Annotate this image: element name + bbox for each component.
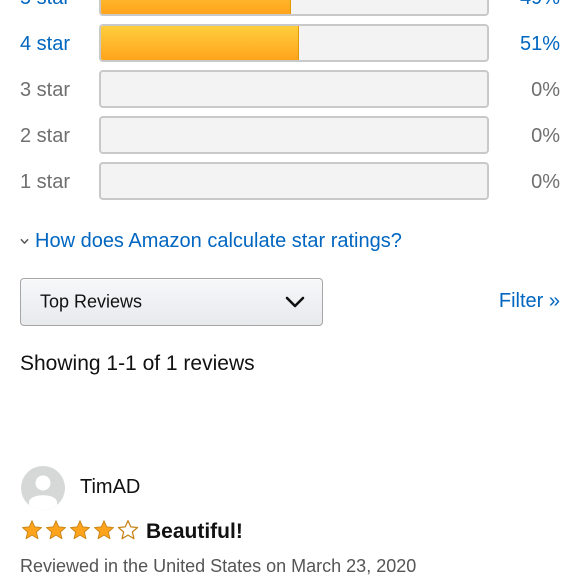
star-icon — [70, 520, 90, 540]
rating-bar — [99, 116, 489, 154]
rating-percent[interactable]: 51% — [520, 32, 560, 56]
star-icon — [22, 520, 42, 540]
rating-label[interactable]: 4 star — [20, 32, 70, 56]
rating-bar — [99, 162, 489, 200]
rating-bar-fill — [101, 26, 299, 60]
sort-selected-value: Top Reviews — [40, 291, 143, 312]
star-icon — [46, 520, 66, 540]
how-ratings-calculated-link[interactable]: How does Amazon calculate star ratings? — [20, 227, 402, 255]
reviews-count-text: Showing 1-1 of 1 reviews — [20, 352, 255, 375]
rating-bar[interactable] — [99, 24, 489, 62]
rating-percent: 0% — [531, 171, 560, 193]
review-star-rating — [21, 519, 139, 543]
chevron-down-icon — [285, 296, 305, 308]
rating-row-2-star: 2 star 0% — [0, 116, 580, 156]
rating-row-3-star: 3 star 0% — [0, 70, 580, 110]
rating-row-5-star[interactable]: 5 star 49% — [0, 0, 580, 18]
review-date-location: Reviewed in the United States on March 2… — [20, 556, 417, 576]
avatar-silhouette — [29, 475, 57, 510]
rating-label[interactable]: 5 star — [20, 0, 70, 10]
review-title[interactable]: Beautiful! — [146, 520, 243, 544]
rating-row-4-star[interactable]: 4 star 51% — [0, 24, 580, 64]
rating-percent: 0% — [531, 125, 560, 147]
star-icon — [94, 520, 114, 540]
rating-label: 2 star — [20, 125, 71, 147]
rating-label: 3 star — [20, 79, 71, 101]
user-avatar-icon[interactable] — [21, 466, 65, 510]
chevron-down-icon — [20, 238, 29, 244]
rating-percent: 0% — [531, 79, 560, 101]
filter-link[interactable]: Filter » — [499, 290, 560, 318]
rating-bar-fill — [101, 0, 292, 14]
reviewer-name[interactable]: TimAD — [80, 476, 140, 499]
rating-row-1-star: 1 star 0% — [0, 162, 580, 202]
star-outline-icon — [117, 520, 139, 540]
sort-reviews-dropdown[interactable]: Top Reviews — [20, 278, 323, 326]
how-ratings-calculated-label[interactable]: How does Amazon calculate star ratings? — [35, 229, 402, 253]
rating-bar — [99, 70, 489, 108]
rating-bar[interactable] — [99, 0, 489, 16]
rating-label: 1 star — [20, 171, 71, 193]
rating-percent[interactable]: 49% — [520, 0, 560, 10]
